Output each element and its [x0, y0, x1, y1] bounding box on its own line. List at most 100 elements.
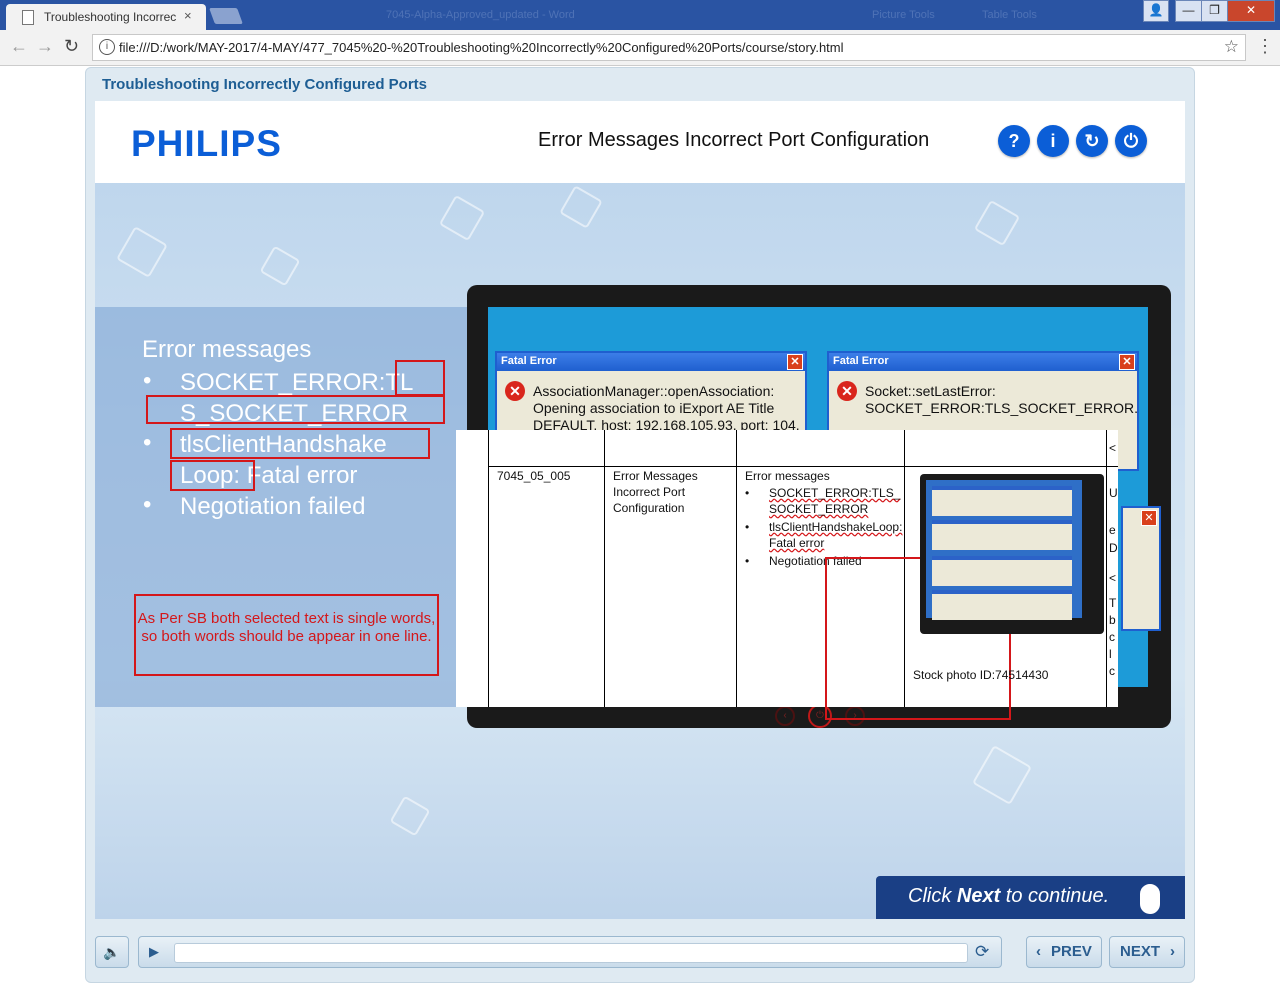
tab-close-icon[interactable]: × — [184, 8, 192, 23]
next-button[interactable]: NEXT › — [1109, 936, 1185, 968]
new-tab-button[interactable] — [209, 8, 243, 24]
hexagon-decoration — [973, 199, 1021, 247]
minimize-button[interactable]: — — [1175, 0, 1202, 22]
browser-menu-icon[interactable]: ⋮ — [1256, 36, 1274, 57]
stock-photo-id: Stock photo ID:74514430 — [913, 668, 1049, 682]
edge-fragment: < — [1109, 441, 1117, 455]
exit-button[interactable]: ⏻ — [1115, 125, 1147, 157]
edge-fragment: b — [1109, 613, 1116, 627]
prev-arrow-icon: ‹ — [1036, 943, 1041, 960]
table-divider — [1106, 430, 1107, 707]
slide-title: Error Messages Incorrect Port Configurat… — [538, 129, 930, 151]
tab-title: Troubleshooting Incorrec — [44, 10, 177, 24]
background-window-title: 7045-Alpha-Approved_updated - Word — [386, 9, 575, 21]
error-icon: ✕ — [505, 381, 525, 401]
dialog-title: Fatal Error — [833, 355, 889, 367]
dialog-close-icon[interactable]: ✕ — [1141, 510, 1157, 526]
mouse-icon — [1140, 884, 1160, 914]
dialog-message: Socket::setLastError: SOCKET_ERROR:TLS_S… — [865, 383, 1139, 416]
background-window-label: Table Tools — [982, 9, 1037, 21]
next-arrow-icon: › — [1170, 943, 1175, 960]
slide: PHILIPS Error Messages Incorrect Port Co… — [95, 101, 1185, 919]
bullet-marker: • — [143, 429, 152, 456]
replay-icon[interactable]: ⟳ — [975, 942, 989, 962]
hexagon-decoration — [259, 245, 301, 287]
table-divider — [488, 430, 489, 707]
thumbnail-dialog — [932, 486, 1072, 516]
monitor-thumbnail — [920, 474, 1104, 634]
review-highlight-box — [395, 360, 445, 396]
help-button[interactable]: ? — [998, 125, 1030, 157]
bullet-item: • Negotiation failed — [143, 491, 463, 522]
background-window-label: Picture Tools — [872, 9, 935, 21]
dialog-close-icon[interactable]: ✕ — [787, 354, 803, 370]
info-button[interactable]: i — [1037, 125, 1069, 157]
dialog-message: AssociationManager::openAssociation: Ope… — [533, 383, 800, 433]
bullet-line: Negotiation failed — [180, 493, 366, 520]
edge-fragment: T — [1109, 596, 1117, 610]
edge-fragment: e — [1109, 523, 1116, 537]
table-bullet: SOCKET_ERROR:TLS_SOCKET_ERROR — [769, 486, 901, 516]
prev-button[interactable]: ‹ PREV — [1026, 936, 1102, 968]
dialog-close-icon[interactable]: ✕ — [1119, 354, 1135, 370]
topic-cell: Error Messages Incorrect Port Configurat… — [613, 469, 698, 515]
bullet-marker: • — [745, 554, 750, 568]
error-icon: ✕ — [837, 381, 857, 401]
course-title: Troubleshooting Incorrectly Configured P… — [102, 76, 428, 93]
slide-header: PHILIPS Error Messages Incorrect Port Co… — [95, 101, 1185, 183]
click-next-text: Click Next to continue. — [908, 885, 1110, 907]
dialog-titlebar: Fatal Error ✕ — [497, 353, 805, 371]
monitor-prev-icon: ‹ — [775, 706, 795, 726]
next-label: NEXT — [1120, 943, 1161, 960]
hexagon-decoration — [389, 795, 431, 837]
bullet-marker: • — [745, 520, 750, 534]
edge-fragment: D — [1109, 541, 1118, 555]
bullet-marker: • — [143, 491, 152, 518]
thumbnail-screen — [926, 480, 1082, 620]
hexagon-decoration — [971, 744, 1033, 806]
table-divider — [488, 466, 1118, 467]
bookmark-star-icon[interactable]: ☆ — [1224, 37, 1239, 57]
table-divider — [736, 430, 737, 707]
thumbnail-dialog — [932, 520, 1072, 550]
back-icon[interactable]: ← — [10, 36, 28, 57]
screen-id-cell: 7045_05_005 — [497, 469, 571, 483]
replay-button[interactable]: ↻ — [1076, 125, 1108, 157]
thumbnail-dialog — [932, 590, 1072, 620]
hexagon-decoration — [438, 194, 486, 242]
storyboard-table: 7045_05_005 Error Messages Incorrect Por… — [456, 430, 1118, 720]
mute-button[interactable]: 🔈 — [95, 936, 129, 968]
window-close-button[interactable]: ✕ — [1227, 0, 1275, 22]
edge-fragment: c — [1109, 664, 1115, 678]
bullet-marker: • — [143, 367, 152, 394]
forward-icon[interactable]: → — [36, 36, 54, 57]
speaker-icon: 🔈 — [103, 944, 121, 960]
fatal-error-dialog: ✕ — [1121, 506, 1161, 631]
content-heading-cell: Error messages — [745, 469, 830, 483]
play-icon[interactable]: ▶ — [149, 944, 159, 960]
prev-label: PREV — [1051, 943, 1092, 960]
hexagon-decoration — [116, 226, 168, 278]
thumbnail-dialog — [932, 556, 1072, 586]
review-highlight-box — [146, 395, 445, 424]
edge-fragment: < — [1109, 571, 1117, 585]
info-icon[interactable]: i — [99, 39, 115, 55]
dialog-titlebar: Fatal Error ✕ — [829, 353, 1137, 371]
url-text: file:///D:/work/MAY-2017/4-MAY/477_7045%… — [119, 40, 844, 55]
edge-fragment: l — [1109, 647, 1112, 661]
edge-fragment: c — [1109, 630, 1115, 644]
maximize-button[interactable]: ❐ — [1201, 0, 1228, 22]
table-bullet: tlsClientHandshakeLoop: Fatal error — [769, 520, 903, 550]
review-highlight-box — [170, 460, 255, 491]
click-next-banner: Click Next to continue. — [876, 876, 1185, 919]
user-icon[interactable]: 👤 — [1143, 0, 1169, 22]
reviewer-note: As Per SB both selected text is single w… — [134, 594, 439, 676]
address-bar[interactable]: i file:///D:/work/MAY-2017/4-MAY/477_704… — [92, 34, 1246, 61]
reload-icon[interactable]: ↻ — [64, 36, 79, 57]
review-highlight-box — [170, 428, 430, 459]
hexagon-decoration — [559, 185, 603, 229]
table-divider — [604, 430, 605, 707]
seek-bar[interactable] — [174, 943, 968, 963]
page-icon — [22, 10, 34, 25]
browser-tab[interactable]: Troubleshooting Incorrec × — [6, 4, 206, 30]
